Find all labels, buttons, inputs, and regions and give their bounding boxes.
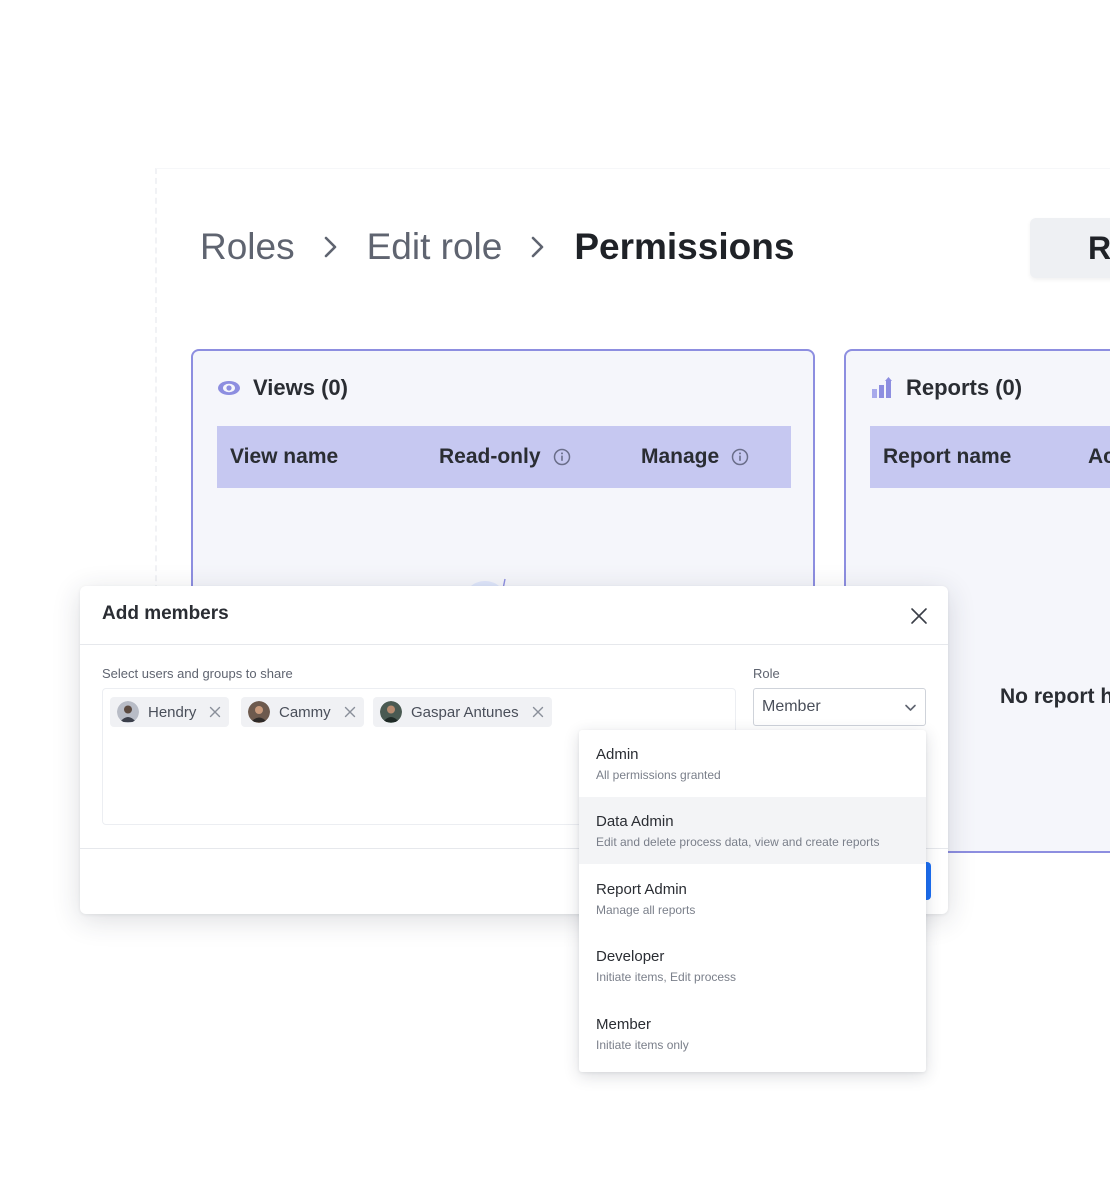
info-icon[interactable]: [731, 448, 749, 466]
avatar: [380, 701, 402, 723]
member-tag: Cammy: [241, 697, 364, 727]
column-manage-label: Manage: [641, 445, 720, 468]
member-tag-name: Hendry: [148, 703, 197, 721]
bar-chart-icon: [870, 376, 894, 400]
views-table-header: View name Read-only Manage: [217, 426, 791, 488]
column-report-name-label: Report name: [883, 445, 1012, 468]
role-option-member[interactable]: Member Initiate items only: [579, 1000, 926, 1067]
role-option-description: Edit and delete process data, view and c…: [596, 835, 880, 849]
role-option-admin[interactable]: Admin All permissions granted: [579, 730, 926, 797]
role-select-value: Member: [762, 698, 821, 715]
role-option-title: Admin: [596, 746, 639, 763]
dialog-title: Add members: [102, 603, 229, 624]
role-option-description: Initiate items, Edit process: [596, 970, 737, 984]
member-tag: Hendry: [110, 697, 230, 727]
role-option-description: Manage all reports: [596, 903, 696, 917]
views-title-text: Views (0): [253, 375, 348, 400]
member-tag-name: Cammy: [279, 703, 331, 721]
eye-icon: [217, 376, 241, 400]
role-option-description: Initiate items only: [596, 1038, 689, 1052]
breadcrumb-roles[interactable]: Roles: [200, 226, 295, 268]
member-tag-name: Gaspar Antunes: [411, 703, 519, 721]
reports-empty-text: No report h: [1000, 685, 1110, 708]
role-option-developer[interactable]: Developer Initiate items, Edit process: [579, 932, 926, 999]
role-option-description: All permissions granted: [596, 768, 721, 782]
close-button[interactable]: [908, 605, 930, 627]
reports-panel-title: Reports (0): [870, 373, 1022, 403]
close-icon: [911, 608, 927, 624]
role-option-title: Member: [596, 1016, 652, 1033]
dialog-header: Add members: [80, 586, 948, 645]
info-icon[interactable]: [553, 448, 571, 466]
role-option-title: Data Admin: [596, 813, 674, 830]
remove-icon[interactable]: [532, 706, 544, 718]
reports-title-text: Reports (0): [906, 375, 1023, 400]
avatar: [248, 701, 270, 723]
member-tag: Gaspar Antunes: [373, 697, 552, 727]
column-view-name-label: View name: [230, 445, 339, 468]
remove-icon[interactable]: [344, 706, 356, 718]
role-option-title: Developer: [596, 948, 665, 965]
reports-table-header: Report name Ac: [870, 426, 1110, 488]
role-field-label: Role: [753, 666, 780, 681]
breadcrumb: Roles Edit role Permissions: [200, 222, 794, 272]
column-read-only-label: Read-only: [439, 445, 541, 468]
breadcrumb-edit-role[interactable]: Edit role: [367, 226, 503, 268]
column-report-name: Report name: [883, 445, 1011, 469]
role-select[interactable]: Member: [753, 688, 926, 726]
remove-icon[interactable]: [209, 706, 221, 718]
chevron-right-icon: [313, 229, 349, 265]
page-title: Permissions: [574, 226, 795, 267]
role-dropdown: Admin All permissions granted Data Admin…: [579, 730, 926, 1072]
column-access: Ac: [1088, 445, 1110, 469]
column-manage: Manage: [641, 445, 749, 469]
avatar: [117, 701, 139, 723]
column-read-only: Read-only: [439, 445, 571, 469]
role-option-report-admin[interactable]: Report Admin Manage all reports: [579, 865, 926, 932]
role-option-title: Report Admin: [596, 881, 687, 898]
chevron-down-icon: [904, 701, 917, 714]
chevron-right-icon: [520, 229, 556, 265]
empty-state-illustration: [1104, 579, 1110, 627]
top-action-button[interactable]: Re: [1030, 218, 1110, 278]
column-access-label: Ac: [1088, 445, 1110, 468]
views-panel-title: Views (0): [217, 373, 348, 403]
role-option-data-admin[interactable]: Data Admin Edit and delete process data,…: [579, 797, 926, 864]
column-view-name: View name: [230, 445, 338, 469]
users-field-label: Select users and groups to share: [102, 666, 293, 681]
